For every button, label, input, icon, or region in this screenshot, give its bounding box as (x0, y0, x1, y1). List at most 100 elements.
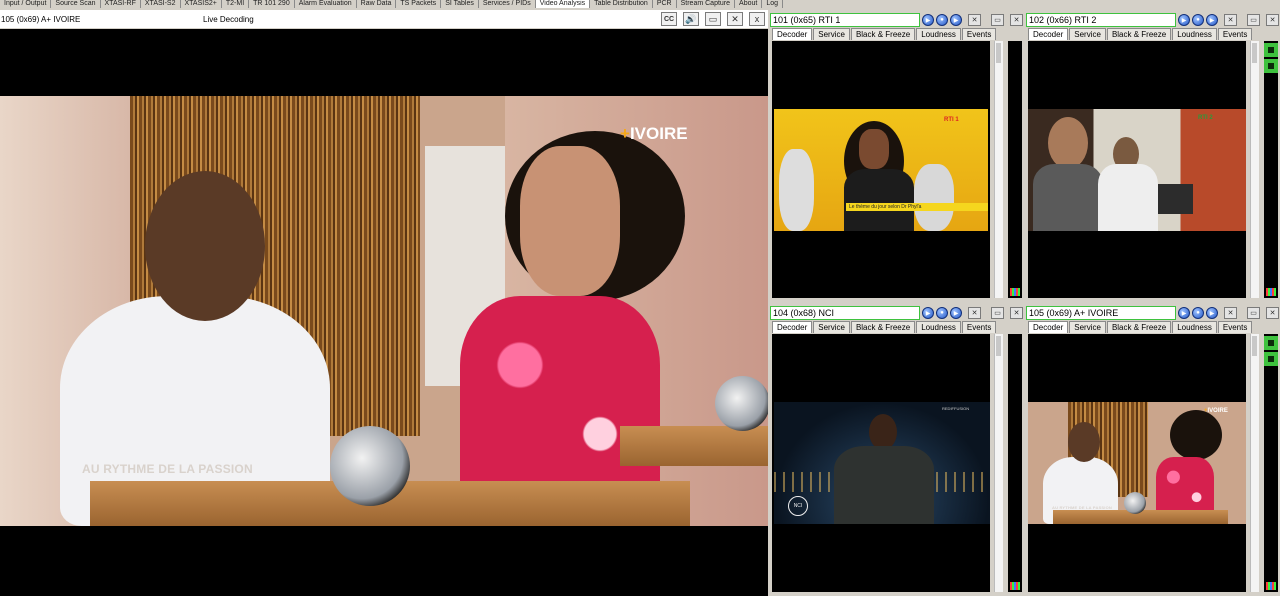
panel-3-play-icon[interactable]: ▶ (922, 307, 934, 319)
display-button[interactable]: ▭ (705, 12, 721, 26)
panel-2-video[interactable]: RTI 2 (1028, 41, 1246, 298)
tab-table-distribution[interactable]: Table Distribution (590, 0, 653, 8)
panel-4-display-icon[interactable]: ▭ (1247, 307, 1260, 319)
panel-4-scene: AU RYTHME DE LA PASSION +IVOIRE (1028, 402, 1246, 524)
tab-xtasi-s2[interactable]: XTASI-S2 (141, 0, 181, 8)
decoder-panel-3: 104 (0x68) NCI ▶ ● ▶ ✕ ▭ ✕ Decoder Servi… (770, 306, 1024, 596)
panel-1-mute-icon[interactable]: ✕ (968, 14, 981, 26)
panel-3-level-meter (1008, 334, 1022, 592)
panel-2-mute-icon[interactable]: ✕ (1224, 14, 1237, 26)
panel-4-tab-events[interactable]: Events (1217, 321, 1253, 333)
panel-1-tab-decoder[interactable]: Decoder (772, 28, 813, 40)
main-video-frame[interactable]: AU RYTHME DE LA PASSION +IVOIRE (0, 29, 768, 596)
panel-3-corner-text: REDIFFUSION (942, 406, 970, 411)
panel-4-mute-icon[interactable]: ✕ (1224, 307, 1237, 319)
panel-3-forward-icon[interactable]: ▶ (950, 307, 962, 319)
panel-2-channel-logo: RTI 2 (1198, 115, 1213, 121)
panel-2-tab-loudness[interactable]: Loudness (1172, 28, 1217, 40)
tools-icon: ✕ (731, 13, 739, 24)
panel-2-tabs: Decoder Service Black & Freeze Loudness … (1028, 28, 1253, 40)
tab-pcr[interactable]: PCR (653, 0, 677, 8)
panel-1-scrollbar[interactable] (994, 41, 1003, 298)
tab-si-tables[interactable]: SI Tables (441, 0, 479, 8)
panel-2-tab-black-freeze[interactable]: Black & Freeze (1106, 28, 1172, 40)
tab-source-scan[interactable]: Source Scan (51, 0, 101, 8)
panel-3-tab-events[interactable]: Events (961, 321, 997, 333)
panel-1-tab-service[interactable]: Service (813, 28, 850, 40)
panel-3-tab-decoder[interactable]: Decoder (772, 321, 813, 333)
tab-services-pids[interactable]: Services / PIDs (479, 0, 536, 8)
tab-input-output[interactable]: Input / Output (0, 0, 52, 8)
panel-4-tab-service[interactable]: Service (1069, 321, 1106, 333)
tab-xtasis2plus[interactable]: XTASIS2+ (181, 0, 222, 8)
panel-3-display-icon[interactable]: ▭ (991, 307, 1004, 319)
tools-button[interactable]: ✕ (727, 12, 743, 26)
panel-2-forward-icon[interactable]: ▶ (1206, 14, 1218, 26)
panel-2-display-icon[interactable]: ▭ (1247, 14, 1260, 26)
panel-2-tools-icon[interactable]: ✕ (1266, 14, 1279, 26)
tab-ts-packets[interactable]: TS Packets (396, 0, 442, 8)
tab-video-analysis[interactable]: Video Analysis (535, 0, 591, 8)
tab-log[interactable]: Log (762, 0, 784, 8)
panel-3-tab-black-freeze[interactable]: Black & Freeze (850, 321, 916, 333)
panel-1-header: 101 (0x65) RTI 1 (770, 13, 920, 27)
closed-caption-button[interactable]: CC (661, 12, 677, 26)
panel-4-title: 105 (0x69) A+ IVOIRE (1029, 308, 1119, 318)
speaker-icon: 🔊 (685, 13, 697, 24)
panel-4-level-meter (1264, 334, 1278, 592)
panel-2-record-icon[interactable]: ● (1192, 14, 1204, 26)
panel-4-tab-loudness[interactable]: Loudness (1172, 321, 1217, 333)
panel-1-tab-loudness[interactable]: Loudness (916, 28, 961, 40)
tab-about[interactable]: About (735, 0, 763, 8)
panel-3-mute-icon[interactable]: ✕ (968, 307, 981, 319)
panel-1-tab-events[interactable]: Events (961, 28, 997, 40)
panel-3-tools-icon[interactable]: ✕ (1010, 307, 1023, 319)
panel-4-play-icon[interactable]: ▶ (1178, 307, 1190, 319)
panel-3-title: 104 (0x68) NCI (773, 308, 835, 318)
panel-4-channel-logo: +IVOIRE (1204, 408, 1228, 414)
audio-button[interactable]: 🔊 (683, 12, 699, 26)
panel-3-scrollbar[interactable] (994, 334, 1003, 592)
panel-3-tab-service[interactable]: Service (813, 321, 850, 333)
panel-1-channel-logo: RTI 1 (944, 117, 959, 123)
panel-1-video[interactable]: Le thème du jour selon Dr Phyl'a RTI 1 (772, 41, 990, 298)
close-button[interactable]: x (749, 12, 765, 26)
panel-1-tools-icon[interactable]: ✕ (1010, 14, 1023, 26)
panel-3-header: 104 (0x68) NCI (770, 306, 920, 320)
tab-t2-mi[interactable]: T2-MI (222, 0, 250, 8)
panel-1-record-icon[interactable]: ● (936, 14, 948, 26)
panel-4-record-icon[interactable]: ● (1192, 307, 1204, 319)
panel-4-tab-decoder[interactable]: Decoder (1028, 321, 1069, 333)
tab-raw-data[interactable]: Raw Data (357, 0, 397, 8)
panel-1-play-icon[interactable]: ▶ (922, 14, 934, 26)
panel-2-tab-service[interactable]: Service (1069, 28, 1106, 40)
panel-1-display-icon[interactable]: ▭ (991, 14, 1004, 26)
panel-3-video[interactable]: NCI REDIFFUSION (772, 334, 990, 592)
panel-4-status-indicator-1 (1264, 336, 1278, 350)
panel-1-tab-black-freeze[interactable]: Black & Freeze (850, 28, 916, 40)
panel-3-record-icon[interactable]: ● (936, 307, 948, 319)
panel-4-scrollbar[interactable] (1250, 334, 1259, 592)
panel-4-video[interactable]: AU RYTHME DE LA PASSION +IVOIRE (1028, 334, 1246, 592)
tab-xtasi-rf[interactable]: XTASI-RF (101, 0, 141, 8)
panel-2-tab-events[interactable]: Events (1217, 28, 1253, 40)
panel-1-forward-icon[interactable]: ▶ (950, 14, 962, 26)
panel-2-scene: RTI 2 (1028, 109, 1246, 231)
tab-tr-101-290[interactable]: TR 101 290 (249, 0, 295, 8)
panel-3-tab-loudness[interactable]: Loudness (916, 321, 961, 333)
top-tab-strip: Input / Output Source Scan XTASI-RF XTAS… (0, 0, 1280, 8)
panel-2-play-icon[interactable]: ▶ (1178, 14, 1190, 26)
close-icon: x (754, 14, 760, 24)
tab-stream-capture[interactable]: Stream Capture (677, 0, 736, 8)
panel-4-forward-icon[interactable]: ▶ (1206, 307, 1218, 319)
panel-4-tab-black-freeze[interactable]: Black & Freeze (1106, 321, 1172, 333)
panel-3-tabs: Decoder Service Black & Freeze Loudness … (772, 321, 997, 333)
tab-alarm-evaluation[interactable]: Alarm Evaluation (295, 0, 357, 8)
main-channel-logo: +IVOIRE (620, 124, 688, 143)
panel-1-scene: Le thème du jour selon Dr Phyl'a RTI 1 (774, 109, 988, 231)
panel-1-tabs: Decoder Service Black & Freeze Loudness … (772, 28, 997, 40)
panel-2-scrollbar[interactable] (1250, 41, 1259, 298)
panel-2-tab-decoder[interactable]: Decoder (1028, 28, 1069, 40)
panel-4-tools-icon[interactable]: ✕ (1266, 307, 1279, 319)
panel-4-tabs: Decoder Service Black & Freeze Loudness … (1028, 321, 1253, 333)
